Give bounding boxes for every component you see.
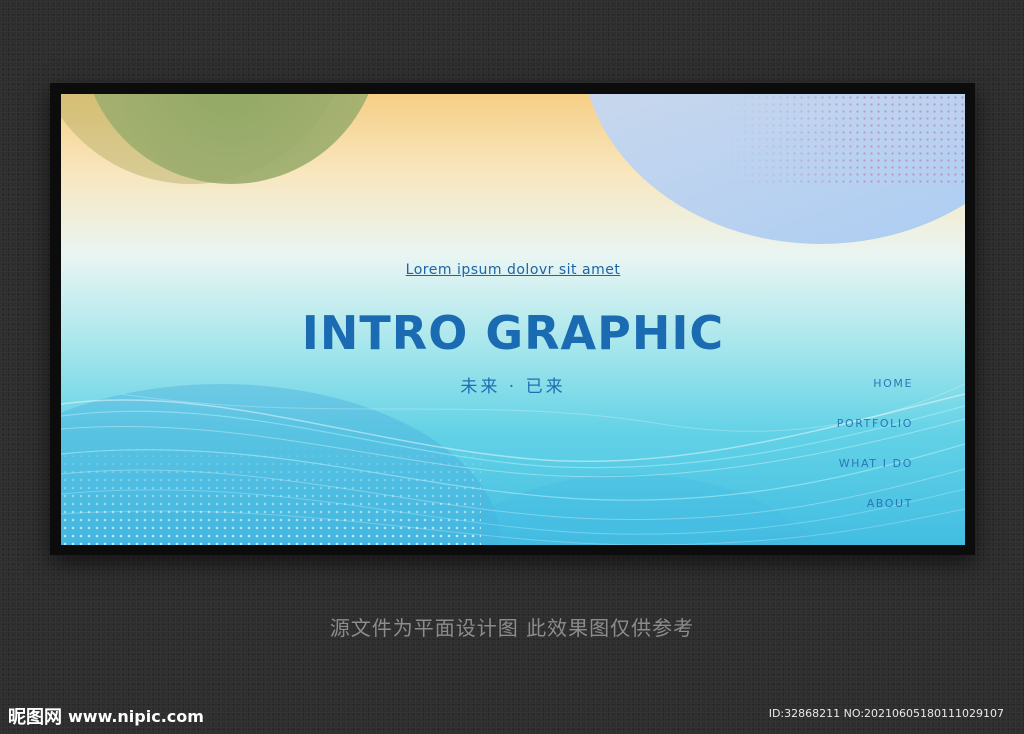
watermark-id: ID:32868211 NO:20210605180111029107	[768, 707, 1004, 720]
nav-item-portfolio[interactable]: PORTFOLIO	[837, 417, 913, 457]
banner-frame: Lorem ipsum dolovr sit amet INTRO GRAPHI…	[50, 83, 975, 555]
nav-item-home[interactable]: HOME	[837, 377, 913, 417]
nav-menu: HOME PORTFOLIO WHAT I DO ABOUT	[837, 377, 913, 537]
watermark-logo-text: 昵图网	[8, 707, 62, 728]
watermark-logo: 昵图网 www.nipic.com	[8, 704, 204, 729]
page-title: INTRO GRAPHIC	[301, 306, 725, 360]
watermark-url: www.nipic.com	[68, 706, 204, 726]
nav-item-about[interactable]: ABOUT	[837, 497, 913, 537]
nav-item-what-i-do[interactable]: WHAT I DO	[837, 457, 913, 497]
tagline: 未来 · 已来	[460, 377, 566, 397]
intro-banner: Lorem ipsum dolovr sit amet INTRO GRAPHI…	[61, 94, 965, 545]
subtitle-link[interactable]: Lorem ipsum dolovr sit amet	[61, 262, 965, 278]
preview-caption: 源文件为平面设计图 此效果图仅供参考	[329, 616, 695, 640]
